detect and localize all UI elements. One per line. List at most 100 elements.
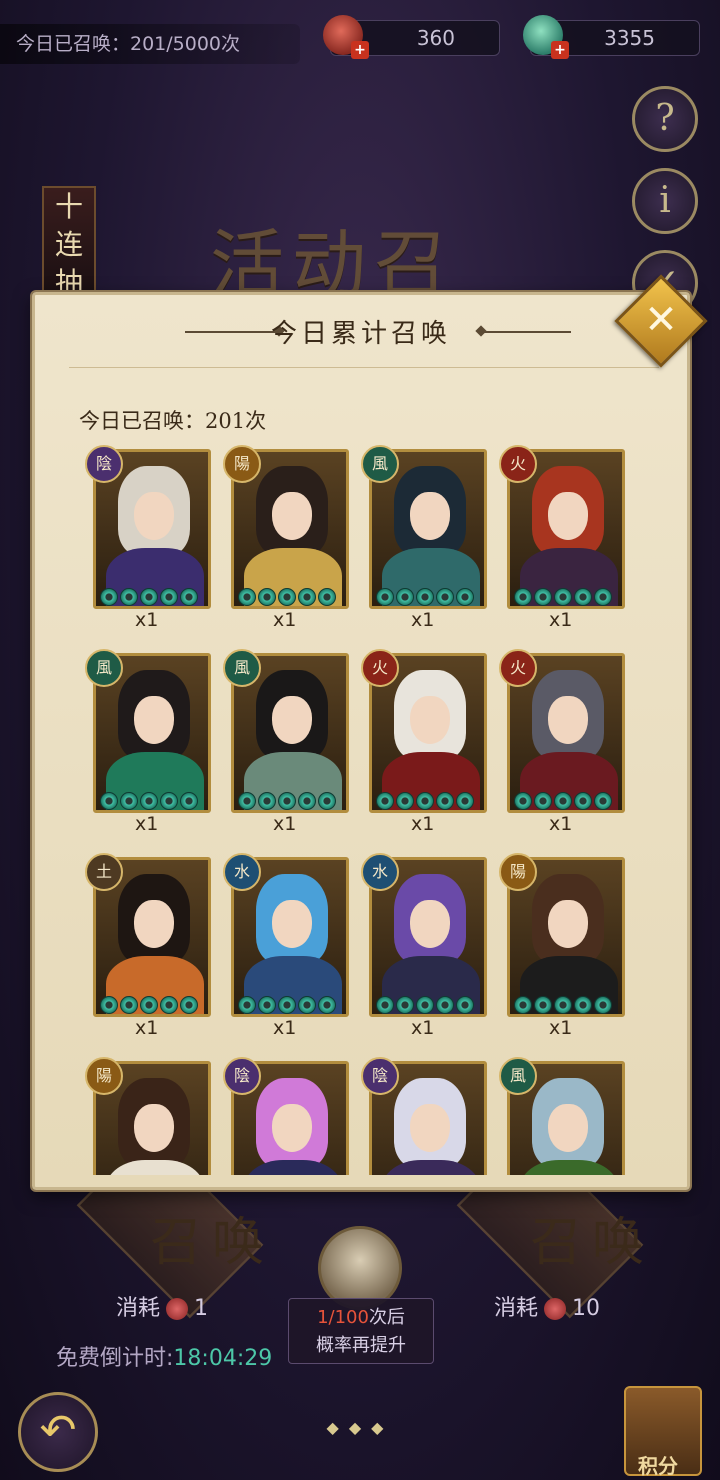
hero-face (548, 900, 588, 948)
star-icon (396, 588, 414, 606)
star-icon (534, 996, 552, 1014)
hero-body (520, 1160, 618, 1175)
probability-note: 1/100次后 概率再提升 (288, 1298, 434, 1364)
hero-face (548, 492, 588, 540)
star-icon (574, 996, 592, 1014)
scroll-currency[interactable]: + 360 (323, 15, 500, 59)
hero-cell[interactable]: 水 x1 (223, 853, 349, 1039)
jade-currency[interactable]: + 3355 (523, 15, 700, 59)
star-icon (396, 996, 414, 1014)
free-countdown: 免费倒计时:18:04:29 (56, 1340, 272, 1372)
help-button[interactable]: ? (632, 86, 698, 152)
free-countdown-time: 18:04:29 (173, 1346, 273, 1371)
hero-grid: 陰x1陽x1風x1火x1風x1風x1火x1火x1土x1水x1水x1陽x1陽x1陰… (85, 445, 645, 1175)
hero-face (410, 696, 450, 744)
element-badge-icon: 陽 (223, 445, 261, 483)
scroll-icon (166, 1298, 189, 1320)
hero-cell[interactable]: 陽x1 (499, 853, 625, 1039)
element-badge-icon: 風 (361, 445, 399, 483)
element-badge-icon: 火 (361, 649, 399, 687)
hero-quantity: x1 (411, 1017, 435, 1039)
hero-face (410, 900, 450, 948)
hero-star-rating (376, 996, 484, 1014)
probability-count: 1/100 (317, 1307, 369, 1328)
hero-cell[interactable]: 風x1 (223, 649, 349, 835)
single-summon-cost: 消耗 1 (116, 1290, 208, 1322)
hero-cell[interactable]: 火 x1 (499, 445, 625, 631)
star-icon (120, 792, 138, 810)
hero-star-rating (376, 792, 484, 810)
hero-cell[interactable]: 風x1 (499, 1057, 625, 1175)
star-icon (594, 792, 612, 810)
ten-summon-cost: 消耗 10 (494, 1290, 600, 1322)
daily-summon-dialog: 今日累计召唤 今日已召唤：201次 陰 x1 陽 x1 風 x1 火 x1 風 x1 風 x1 火 x1 火… (32, 292, 690, 1190)
element-badge-icon: 土 (85, 853, 123, 891)
hero-quantity: x1 (411, 813, 435, 835)
hero-face (410, 492, 450, 540)
close-icon[interactable]: ✕ (628, 288, 694, 354)
star-icon (594, 588, 612, 606)
back-button[interactable]: ↶ (18, 1392, 98, 1472)
hero-star-rating (238, 792, 346, 810)
hero-cell[interactable]: 風x1 (361, 445, 487, 631)
hero-quantity: x1 (549, 609, 573, 631)
hero-cell[interactable]: 陽x1 (85, 1057, 211, 1175)
element-badge-icon: 陰 (85, 445, 123, 483)
star-icon (514, 792, 532, 810)
hero-body (106, 1160, 204, 1175)
hero-cell[interactable]: 陰x1 (361, 1057, 487, 1175)
hero-star-rating (100, 792, 208, 810)
star-icon (140, 996, 158, 1014)
star-icon (376, 996, 394, 1014)
star-icon (534, 792, 552, 810)
back-arrow-icon: ↶ (39, 1405, 77, 1456)
add-jade-icon[interactable]: + (551, 41, 569, 59)
hero-cell[interactable]: 風x1 (85, 649, 211, 835)
star-icon (456, 996, 474, 1014)
star-icon (396, 792, 414, 810)
info-button[interactable]: i (632, 168, 698, 234)
hero-cell[interactable]: 火 x1 (361, 649, 487, 835)
cost-value: 1 (194, 1296, 209, 1321)
star-icon (160, 792, 178, 810)
star-icon (416, 588, 434, 606)
hero-cell[interactable]: 陰 x1 (85, 445, 211, 631)
hero-face (272, 696, 312, 744)
star-icon (298, 588, 316, 606)
star-icon (258, 996, 276, 1014)
star-icon (554, 996, 572, 1014)
star-icon (554, 588, 572, 606)
star-icon (298, 792, 316, 810)
hero-quantity: x1 (273, 1017, 297, 1039)
hero-face (548, 1104, 588, 1152)
dialog-title: 今日累计召唤 (270, 319, 451, 349)
hero-quantity: x1 (135, 1017, 159, 1039)
title-divider-right (479, 331, 571, 333)
star-icon (160, 588, 178, 606)
star-icon (100, 996, 118, 1014)
hero-cell[interactable]: 陰x1 (223, 1057, 349, 1175)
element-badge-icon: 火 (499, 649, 537, 687)
star-icon (180, 588, 198, 606)
hero-cell[interactable]: 陽x1 (223, 445, 349, 631)
star-icon (554, 792, 572, 810)
hero-face (548, 696, 588, 744)
add-scroll-icon[interactable]: + (351, 41, 369, 59)
today-count-text: 今日已召唤：201次 (79, 409, 267, 433)
star-icon (120, 996, 138, 1014)
element-badge-icon: 風 (499, 1057, 537, 1095)
star-icon (180, 996, 198, 1014)
hero-quantity: x1 (135, 813, 159, 835)
hero-cell[interactable]: 土 x1 (85, 853, 211, 1039)
element-badge-icon: 陰 (361, 1057, 399, 1095)
star-icon (120, 588, 138, 606)
hero-cell[interactable]: 水 x1 (361, 853, 487, 1039)
star-icon (140, 588, 158, 606)
star-icon (574, 792, 592, 810)
star-icon (238, 588, 256, 606)
single-summon-label: 召唤 (150, 1213, 275, 1273)
star-icon (100, 792, 118, 810)
star-icon (180, 792, 198, 810)
hero-cell[interactable]: 火 x1 (499, 649, 625, 835)
hero-quantity: x1 (135, 609, 159, 631)
